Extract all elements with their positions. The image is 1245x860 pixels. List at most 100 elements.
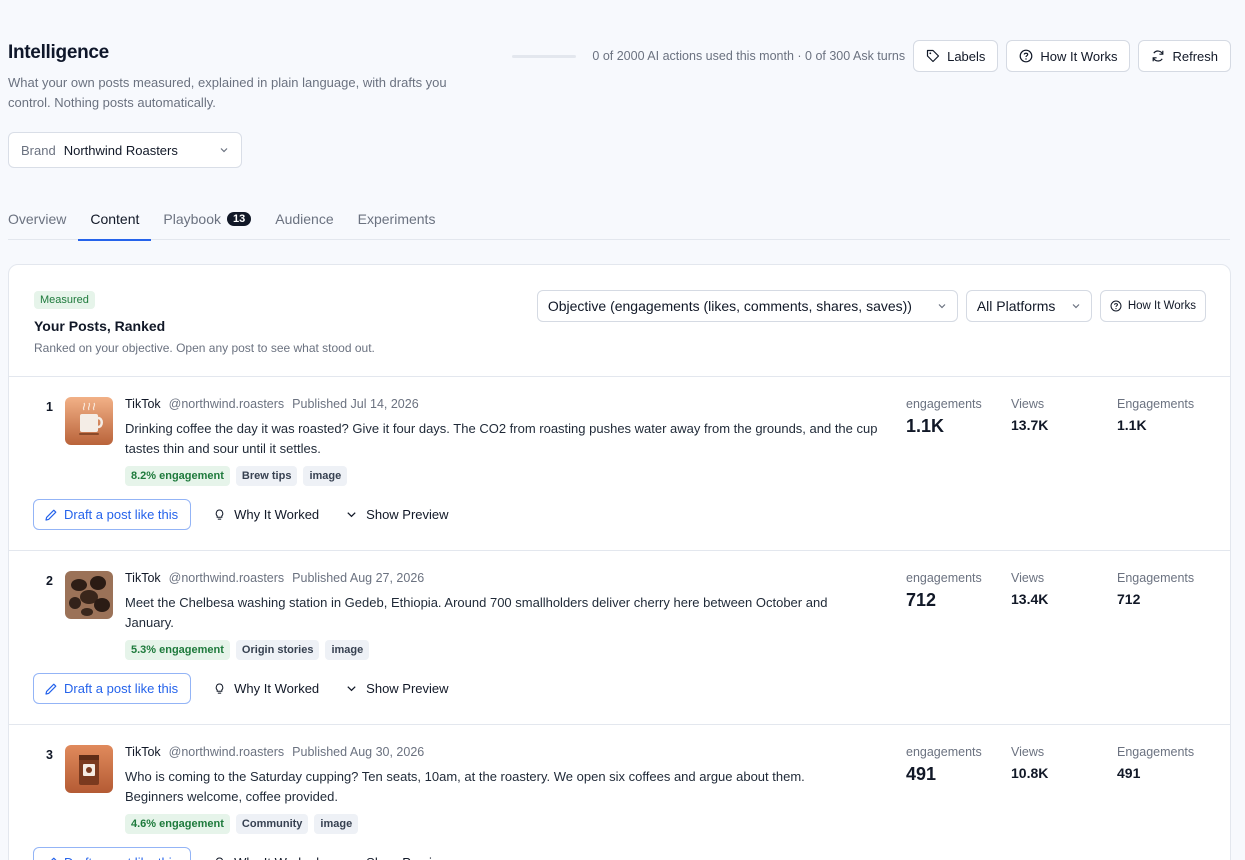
draft-post-button[interactable]: Draft a post like this — [33, 499, 192, 530]
metric-engagements: Engagements 712 — [1117, 571, 1194, 607]
tag-icon — [926, 49, 940, 63]
top-toolbar: 0 of 2000 AI actions used this month · 0… — [512, 40, 1231, 72]
tab-experiments-label: Experiments — [357, 211, 436, 227]
metric-views-value: 13.7K — [1011, 417, 1049, 433]
post-published-date: Published Aug 27, 2026 — [292, 571, 425, 585]
metric-views-value: 10.8K — [1011, 765, 1049, 781]
post-published-date: Published Aug 30, 2026 — [292, 745, 425, 759]
panel-subtitle: Ranked on your objective. Open any post … — [34, 341, 375, 355]
lightbulb-icon — [215, 509, 224, 520]
engagement-rate-tag: 8.2% engagement — [125, 466, 230, 486]
tab-bar: Overview Content Playbook 13 Audience Exp… — [8, 198, 1230, 241]
chevron-down-icon — [938, 304, 946, 309]
why-it-worked-label: Why It Worked — [234, 681, 320, 696]
why-it-worked-button[interactable]: Why It Worked — [209, 855, 323, 860]
tab-content-label: Content — [90, 211, 140, 227]
post-handle: @northwind.roasters — [168, 571, 285, 585]
help-circle-icon — [1110, 300, 1122, 312]
why-it-worked-label: Why It Worked — [234, 855, 319, 860]
post-caption: Drinking coffee the day it was roasted? … — [125, 421, 878, 456]
post-caption: Who is coming to the Saturday cupping? T… — [125, 769, 805, 804]
post-thumbnail[interactable] — [65, 745, 113, 793]
draft-post-button[interactable]: Draft a post like this — [33, 847, 192, 860]
post-tags: 8.2% engagement Brew tips image — [125, 466, 348, 486]
coffee-bag-image — [65, 745, 113, 793]
how-it-works-button[interactable]: How It Works — [1006, 40, 1131, 72]
post-row: 2 TikTok @northwind.roasters Published A… — [9, 551, 1230, 725]
draft-post-label: Draft a post like this — [64, 507, 179, 522]
post-tags: 5.3% engagement Origin stories image — [125, 640, 370, 660]
metric-views-value: 13.4K — [1011, 591, 1049, 607]
why-it-worked-button[interactable]: Why It Worked — [209, 507, 323, 522]
post-rank: 3 — [46, 748, 53, 762]
pencil-icon — [45, 509, 57, 521]
tab-audience[interactable]: Audience — [263, 198, 345, 240]
help-circle-icon — [1020, 49, 1033, 63]
tab-overview[interactable]: Overview — [8, 198, 78, 240]
brand-select[interactable]: Brand Northwind Roasters — [8, 132, 242, 168]
post-tags: 4.6% engagement Community image — [125, 814, 359, 834]
post-thumbnail[interactable] — [65, 571, 113, 619]
metric-engagements-value: 712 — [1117, 591, 1141, 607]
post-actions: Draft a post like this Why It Worked Sho… — [33, 847, 453, 860]
show-preview-button[interactable]: Show Preview — [341, 855, 452, 860]
why-it-worked-button[interactable]: Why It Worked — [209, 681, 323, 696]
coffee-beans-image — [65, 571, 113, 619]
show-preview-button[interactable]: Show Preview — [341, 507, 452, 522]
draft-post-button[interactable]: Draft a post like this — [33, 673, 192, 704]
tab-experiments[interactable]: Experiments — [346, 198, 448, 240]
measured-badge: Measured — [34, 291, 95, 309]
topic-tag: Origin stories — [235, 640, 320, 660]
chevron-down-icon — [1072, 304, 1080, 309]
refresh-button[interactable]: Refresh — [1138, 40, 1231, 72]
objective-select-value: Objective (engagements (likes, comments,… — [547, 298, 912, 314]
post-thumbnail[interactable] — [65, 397, 113, 445]
pencil-icon — [50, 857, 57, 860]
panel-header: Measured Your Posts, Ranked Ranked on yo… — [9, 265, 1230, 377]
format-tag: image — [314, 814, 359, 834]
metric-primary-value: 1.1K — [906, 416, 945, 436]
labels-button-label: Labels — [947, 48, 986, 64]
platform-select[interactable]: All Platforms — [965, 290, 1092, 322]
refresh-button-label: Refresh — [1172, 48, 1218, 64]
metric-engagements-label: Engagements — [1117, 397, 1195, 411]
show-preview-label: Show Preview — [366, 507, 449, 522]
metric-primary: engagements 491 — [906, 745, 982, 785]
metric-engagements: Engagements 491 — [1117, 745, 1194, 781]
post-handle: @northwind.roasters — [168, 745, 285, 759]
tab-audience-label: Audience — [275, 211, 334, 227]
engagement-rate-tag: 5.3% engagement — [125, 640, 230, 660]
why-it-worked-label: Why It Worked — [234, 507, 320, 522]
metric-primary-label: engagements — [906, 745, 982, 759]
objective-select[interactable]: Objective (engagements (likes, comments,… — [536, 290, 958, 322]
engagement-rate-tag: 4.6% engagement — [125, 814, 230, 834]
metric-views-label: Views — [1011, 571, 1045, 585]
metric-engagements: Engagements 1.1K — [1117, 397, 1194, 433]
tab-content[interactable]: Content — [78, 198, 152, 241]
post-platform: TikTok — [125, 745, 161, 759]
playbook-count-badge: 13 — [227, 212, 252, 226]
show-preview-button[interactable]: Show Preview — [341, 681, 452, 696]
brand-select-label: Brand — [21, 142, 56, 158]
chevron-down-icon — [347, 686, 356, 692]
refresh-icon — [1153, 50, 1164, 62]
metric-primary-label: engagements — [906, 397, 982, 411]
post-meta: TikTok @northwind.roasters Published Jul… — [125, 397, 419, 411]
usage-text: 0 of 2000 AI actions used this month · 0… — [592, 49, 906, 63]
post-handle: @northwind.roasters — [168, 397, 285, 411]
usage-progress-bar — [512, 54, 577, 58]
chevron-down-icon — [345, 856, 358, 860]
panel-how-it-works-button[interactable]: How It Works — [1099, 290, 1206, 322]
tab-playbook[interactable]: Playbook 13 — [151, 198, 263, 240]
panel-controls: Objective (engagements (likes, comments,… — [536, 290, 1206, 322]
labels-button[interactable]: Labels — [913, 40, 999, 72]
topic-tag: Brew tips — [235, 466, 298, 486]
coffee-cup-image — [65, 397, 113, 445]
topic-tag: Community — [235, 814, 309, 834]
metric-engagements-value: 491 — [1117, 765, 1141, 781]
metric-engagements-label: Engagements — [1117, 745, 1195, 759]
pencil-icon — [45, 683, 57, 695]
format-tag: image — [303, 466, 348, 486]
page-header: Intelligence What your own posts measure… — [8, 42, 488, 113]
panel-title: Your Posts, Ranked — [34, 318, 166, 334]
